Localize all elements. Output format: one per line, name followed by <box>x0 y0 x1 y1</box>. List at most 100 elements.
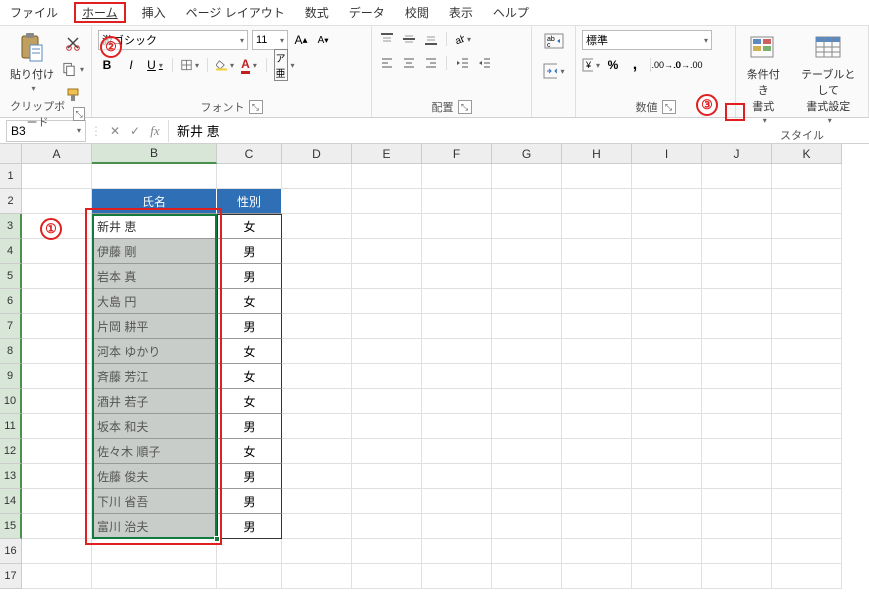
cell-G9[interactable] <box>492 364 562 389</box>
cell-G17[interactable] <box>492 564 562 589</box>
menu-file[interactable]: ファイル <box>6 2 62 23</box>
cell-H9[interactable] <box>562 364 632 389</box>
cell-G7[interactable] <box>492 314 562 339</box>
cell-K7[interactable] <box>772 314 842 339</box>
cell-I7[interactable] <box>632 314 702 339</box>
cell-H4[interactable] <box>562 239 632 264</box>
cell-I9[interactable] <box>632 364 702 389</box>
cell-C10[interactable]: 女 <box>217 389 282 414</box>
cell-K15[interactable] <box>772 514 842 539</box>
align-right-button[interactable] <box>422 54 440 72</box>
cell-I1[interactable] <box>632 164 702 189</box>
cell-H3[interactable] <box>562 214 632 239</box>
row-header-7[interactable]: 7 <box>0 314 22 339</box>
menu-pagelayout[interactable]: ページ レイアウト <box>182 2 289 23</box>
cell-A2[interactable] <box>22 189 92 214</box>
cell-F5[interactable] <box>422 264 492 289</box>
cell-D10[interactable] <box>282 389 352 414</box>
menu-help[interactable]: ヘルプ <box>489 2 533 23</box>
cell-K2[interactable] <box>772 189 842 214</box>
col-header-C[interactable]: C <box>217 144 282 164</box>
cell-G6[interactable] <box>492 289 562 314</box>
cell-J7[interactable] <box>702 314 772 339</box>
cell-G11[interactable] <box>492 414 562 439</box>
format-as-table-button[interactable]: テーブルとして 書式設定▾ <box>794 30 862 127</box>
cell-I2[interactable] <box>632 189 702 214</box>
row-header-9[interactable]: 9 <box>0 364 22 389</box>
cell-C1[interactable] <box>217 164 282 189</box>
cell-B1[interactable] <box>92 164 217 189</box>
cell-K10[interactable] <box>772 389 842 414</box>
cell-J9[interactable] <box>702 364 772 389</box>
cell-C9[interactable]: 女 <box>217 364 282 389</box>
cell-J12[interactable] <box>702 439 772 464</box>
cell-J15[interactable] <box>702 514 772 539</box>
cell-A15[interactable] <box>22 514 92 539</box>
cell-F11[interactable] <box>422 414 492 439</box>
cell-H7[interactable] <box>562 314 632 339</box>
cell-D14[interactable] <box>282 489 352 514</box>
cell-C3[interactable]: 女 <box>217 214 282 239</box>
cell-K8[interactable] <box>772 339 842 364</box>
cell-B4[interactable]: 伊藤 剛 <box>92 239 217 264</box>
cell-J17[interactable] <box>702 564 772 589</box>
align-left-button[interactable] <box>378 54 396 72</box>
cell-A7[interactable] <box>22 314 92 339</box>
cell-A11[interactable] <box>22 414 92 439</box>
percent-format-button[interactable]: % <box>604 56 622 74</box>
cancel-formula-button[interactable]: ✕ <box>106 122 124 140</box>
col-header-H[interactable]: H <box>562 144 632 164</box>
cell-F15[interactable] <box>422 514 492 539</box>
cell-J3[interactable] <box>702 214 772 239</box>
cell-E17[interactable] <box>352 564 422 589</box>
cell-G15[interactable] <box>492 514 562 539</box>
cell-H12[interactable] <box>562 439 632 464</box>
cell-F16[interactable] <box>422 539 492 564</box>
cell-A14[interactable] <box>22 489 92 514</box>
number-format-select[interactable]: 標準▾ <box>582 30 712 50</box>
row-header-12[interactable]: 12 <box>0 439 22 464</box>
cell-G2[interactable] <box>492 189 562 214</box>
select-all-corner[interactable] <box>0 144 22 164</box>
col-header-B[interactable]: B <box>92 144 217 164</box>
clipboard-dialog-launcher[interactable]: ⤡ <box>73 107 85 121</box>
cell-K11[interactable] <box>772 414 842 439</box>
cell-B5[interactable]: 岩本 真 <box>92 264 217 289</box>
cell-H16[interactable] <box>562 539 632 564</box>
selection-handle[interactable] <box>214 536 220 542</box>
cell-E12[interactable] <box>352 439 422 464</box>
cell-K14[interactable] <box>772 489 842 514</box>
menu-formulas[interactable]: 数式 <box>301 2 333 23</box>
fill-color-button[interactable]: ▾ <box>216 56 234 74</box>
cell-I10[interactable] <box>632 389 702 414</box>
cell-B13[interactable]: 佐藤 俊夫 <box>92 464 217 489</box>
cell-A1[interactable] <box>22 164 92 189</box>
menu-review[interactable]: 校閲 <box>401 2 433 23</box>
cell-K1[interactable] <box>772 164 842 189</box>
cell-B16[interactable] <box>92 539 217 564</box>
cell-J11[interactable] <box>702 414 772 439</box>
increase-indent-button[interactable] <box>475 54 493 72</box>
cell-A5[interactable] <box>22 264 92 289</box>
cell-G8[interactable] <box>492 339 562 364</box>
enter-formula-button[interactable]: ✓ <box>126 122 144 140</box>
comma-format-button[interactable]: , <box>626 56 644 74</box>
cut-button[interactable] <box>62 32 84 54</box>
increase-decimal-button[interactable]: .00→.0 <box>657 56 675 74</box>
cell-C16[interactable] <box>217 539 282 564</box>
col-header-I[interactable]: I <box>632 144 702 164</box>
cell-B11[interactable]: 坂本 和夫 <box>92 414 217 439</box>
cell-H13[interactable] <box>562 464 632 489</box>
cell-E10[interactable] <box>352 389 422 414</box>
cell-F10[interactable] <box>422 389 492 414</box>
col-header-K[interactable]: K <box>772 144 842 164</box>
cell-B12[interactable]: 佐々木 順子 <box>92 439 217 464</box>
number-dialog-launcher[interactable]: ⤡ <box>662 100 676 114</box>
col-header-J[interactable]: J <box>702 144 772 164</box>
cell-E7[interactable] <box>352 314 422 339</box>
cell-F4[interactable] <box>422 239 492 264</box>
cell-B2[interactable]: 氏名 <box>92 189 217 214</box>
cell-F6[interactable] <box>422 289 492 314</box>
cell-H6[interactable] <box>562 289 632 314</box>
cell-F7[interactable] <box>422 314 492 339</box>
